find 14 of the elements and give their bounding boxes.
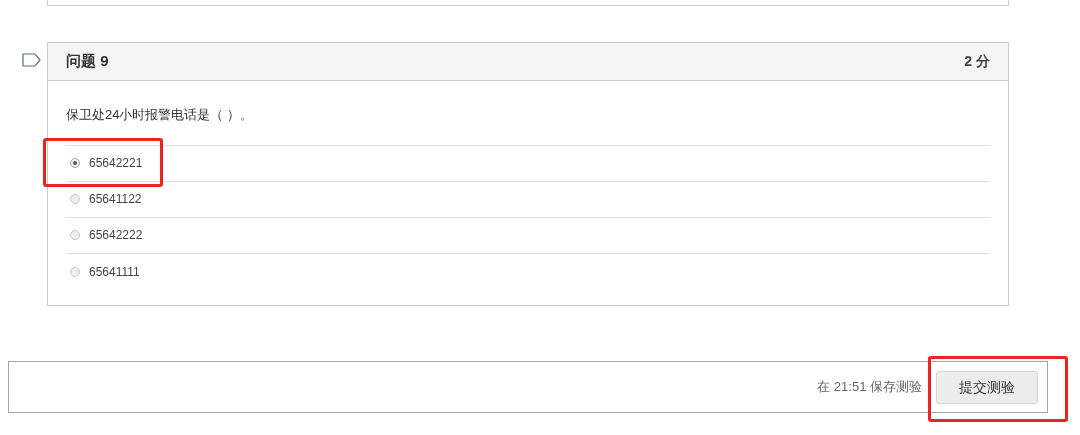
option-label: 65642222 (89, 227, 143, 244)
question-points: 2 分 (964, 52, 990, 71)
submit-quiz-button[interactable]: 提交测验 (936, 370, 1038, 404)
option-label: 65642221 (89, 155, 143, 172)
radio-button[interactable] (70, 194, 80, 204)
question-text: 保卫处24小时报警电话是（ ）。 (66, 106, 255, 124)
option-label: 65641111 (89, 263, 140, 281)
save-status: 在 21:51 保存测验 (817, 378, 922, 397)
flag-icon[interactable] (22, 53, 41, 67)
question-title: 问题 9 (66, 51, 109, 72)
radio-button[interactable] (70, 266, 80, 277)
radio-button[interactable] (70, 230, 80, 240)
radio-button[interactable] (70, 158, 80, 168)
option-label: 65641122 (89, 191, 142, 208)
